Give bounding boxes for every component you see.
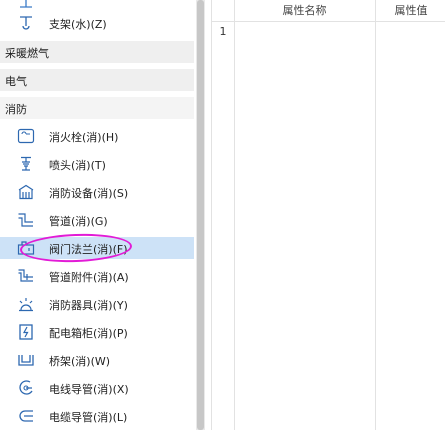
- fire-appliance-icon: [17, 296, 35, 312]
- tree-item-label: 电线导管(消)(X): [49, 383, 129, 396]
- tree-item-label: 配电箱柜(消)(P): [49, 327, 128, 340]
- sprinkler-icon: [17, 156, 35, 172]
- tree-scrollbar[interactable]: [196, 0, 205, 430]
- property-table: 属性名称 属性值 1: [211, 0, 445, 430]
- pipe-icon: [17, 212, 35, 228]
- distribution-box-icon: [17, 324, 35, 340]
- fire-hydrant-icon: [17, 128, 35, 144]
- property-name-cell[interactable]: [234, 22, 376, 42]
- tree-item-label: 支架(水)(Z): [49, 18, 107, 31]
- tree-item-sprinkler[interactable]: 喷头(消)(T): [0, 153, 194, 175]
- cable-conduit-icon: [17, 408, 35, 424]
- wire-conduit-icon: [17, 380, 35, 396]
- category-label: 采暖燃气: [5, 47, 49, 60]
- tree-item-distribution-box[interactable]: 配电箱柜(消)(P): [0, 321, 194, 343]
- cable-tray-icon: [17, 352, 35, 368]
- tree-item-fire-equipment[interactable]: 消防设备(消)(S): [0, 181, 194, 203]
- tree-item-pipe[interactable]: 管道(消)(G): [0, 209, 194, 231]
- column-header-value[interactable]: 属性值: [376, 0, 445, 21]
- row-number: 1: [212, 22, 235, 42]
- scrollbar-thumb[interactable]: [197, 0, 204, 430]
- column-divider: [234, 42, 235, 430]
- pipe-fitting-icon: [17, 268, 35, 284]
- column-header-name[interactable]: 属性名称: [234, 0, 376, 21]
- column-divider: [375, 42, 376, 430]
- tree-item-wire-conduit[interactable]: 电线导管(消)(X): [0, 377, 194, 399]
- table-header: 属性名称 属性值: [212, 0, 445, 22]
- tree-item-label: 消火栓(消)(H): [49, 131, 119, 144]
- tree-item-cable-tray[interactable]: 桥架(消)(W): [0, 349, 194, 371]
- category-fire-protection[interactable]: 消防: [0, 97, 194, 119]
- fire-equipment-icon: [17, 184, 35, 200]
- tree-item-label: 消防器具(消)(Y): [49, 299, 128, 312]
- tree-item-cable-conduit[interactable]: 电缆导管(消)(L): [0, 405, 194, 427]
- tree-item-fire-hydrant[interactable]: 消火栓(消)(H): [0, 125, 194, 147]
- tree-item-label: 喷头(消)(T): [49, 159, 106, 172]
- category-label: 电气: [5, 75, 27, 88]
- tree-item-label: 桥架(消)(W): [49, 355, 111, 368]
- component-tree: 支架(水)(Z) 采暖燃气 电气 消防 消火栓(消)(H) 喷头(消)(T) 消…: [0, 0, 194, 430]
- category-label: 消防: [5, 103, 27, 116]
- tree-item-support[interactable]: 支架(水)(Z): [0, 12, 194, 34]
- tree-item-fire-appliance[interactable]: 消防器具(消)(Y): [0, 293, 194, 315]
- tree-item-pipe-fitting[interactable]: 管道附件(消)(A): [0, 265, 194, 287]
- tree-item-label: 消防设备(消)(S): [49, 187, 129, 200]
- tree-item-label: 管道(消)(G): [49, 215, 108, 228]
- tree-item-label: 电缆导管(消)(L): [49, 411, 128, 424]
- pipe-support-icon: [17, 15, 35, 31]
- row-number-header: [212, 0, 235, 21]
- category-electrical[interactable]: 电气: [0, 69, 194, 91]
- category-heating-gas[interactable]: 采暖燃气: [0, 41, 194, 63]
- table-row[interactable]: 1: [212, 22, 445, 42]
- tree-item-label: 管道附件(消)(A): [49, 271, 129, 284]
